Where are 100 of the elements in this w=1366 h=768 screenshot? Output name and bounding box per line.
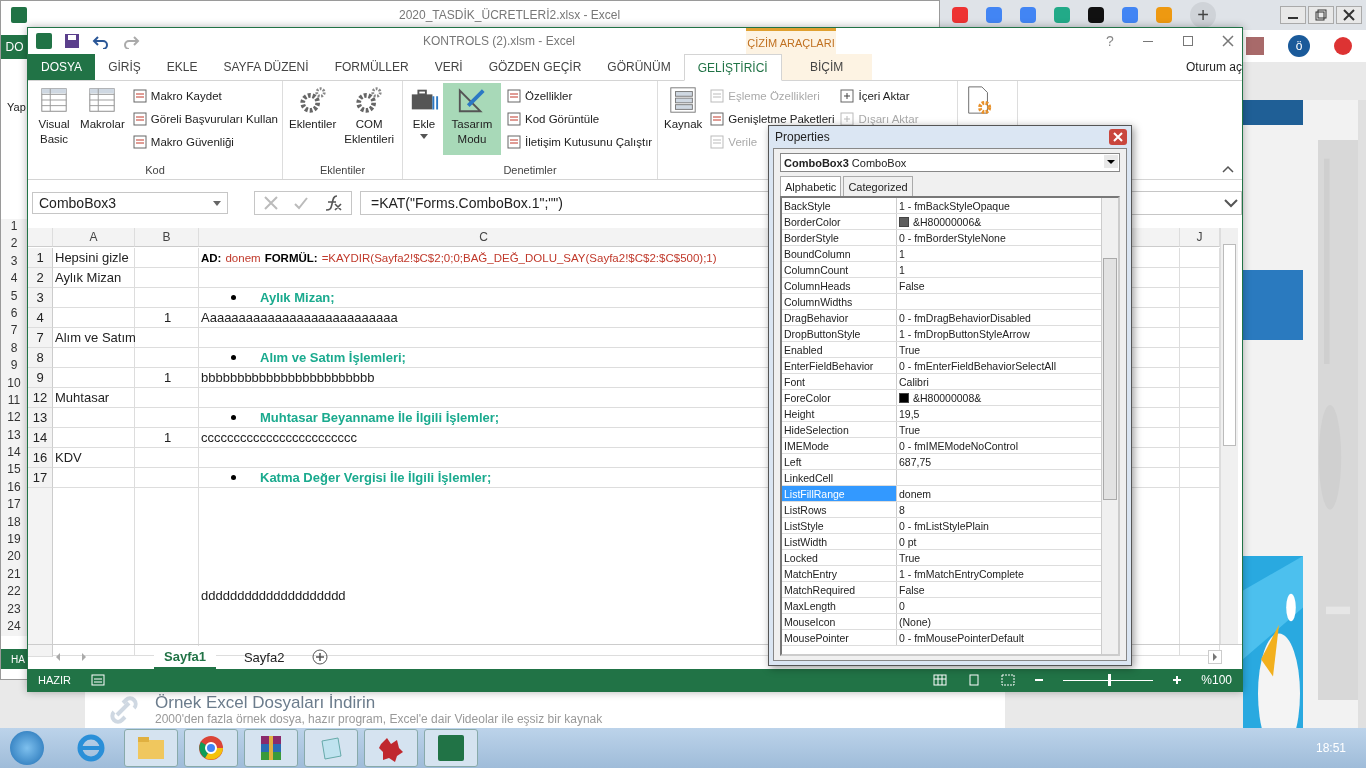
taskbar-button[interactable] — [364, 729, 418, 767]
property-value[interactable]: True — [899, 423, 921, 436]
property-name[interactable]: ListRows — [782, 502, 897, 517]
ribbon-button[interactable]: Genişletme Paketleri — [710, 110, 835, 128]
scrollbar[interactable] — [1358, 100, 1366, 728]
property-name[interactable]: Locked — [782, 550, 897, 565]
function-icon[interactable] — [323, 194, 343, 212]
property-name[interactable]: ColumnHeads — [782, 278, 897, 293]
row-header[interactable]: 15 — [1, 462, 27, 480]
property-value[interactable]: 0 - fmMousePointerDefault — [899, 631, 1024, 644]
row-header[interactable]: 16 — [28, 448, 53, 468]
property-value[interactable]: False — [899, 583, 925, 596]
save-icon[interactable] — [64, 33, 80, 49]
property-value[interactable]: 1 - fmBackStyleOpaque — [899, 199, 1010, 212]
ribbon-button[interactable]: Özellikler — [507, 87, 573, 105]
ribbon-button[interactable]: Tasarım Modu — [443, 83, 501, 155]
property-value[interactable]: donem — [899, 487, 932, 500]
column-header[interactable]: J — [1180, 228, 1220, 247]
close-icon[interactable] — [1222, 35, 1234, 47]
property-value[interactable]: 0 pt — [899, 535, 917, 548]
ribbon-tab[interactable]: GİRİŞ — [95, 54, 154, 80]
row-header[interactable]: 1 — [28, 248, 53, 268]
dialog-tab[interactable]: Alphabetic — [780, 176, 842, 196]
row-header[interactable]: 7 — [1, 323, 27, 341]
property-name[interactable]: BackStyle — [782, 198, 897, 213]
property-name[interactable]: ColumnWidths — [782, 294, 897, 309]
restore-icon[interactable] — [1308, 6, 1334, 24]
redo-icon[interactable] — [122, 33, 140, 49]
ribbon-tab[interactable]: GÖRÜNÜM — [594, 54, 684, 80]
property-name[interactable]: BorderColor — [782, 214, 897, 229]
ribbon-button[interactable]: Makro Kaydet — [132, 87, 222, 105]
ribbon-button[interactable]: Ekle — [407, 83, 441, 155]
upload-icon[interactable] — [1334, 37, 1352, 55]
property-value[interactable]: 0 - fmDragBehaviorDisabled — [899, 311, 1031, 324]
ribbon-tab[interactable]: EKLE — [153, 54, 211, 80]
row-header[interactable]: 9 — [28, 368, 53, 388]
property-value[interactable]: 19,5 — [899, 407, 920, 420]
row-header[interactable]: 7 — [28, 328, 53, 348]
row-header[interactable]: 14 — [1, 445, 27, 463]
row-header[interactable]: 2 — [28, 268, 53, 288]
property-value[interactable]: False — [899, 279, 925, 292]
name-box[interactable]: ComboBox3 — [32, 192, 228, 214]
property-name[interactable]: Left — [782, 454, 897, 469]
row-header[interactable]: 17 — [28, 468, 53, 488]
row-header[interactable]: 3 — [28, 288, 53, 308]
property-value[interactable]: 0 — [899, 599, 905, 612]
property-value[interactable]: 0 - fmIMEModeNoControl — [899, 439, 1019, 452]
ribbon-button[interactable]: Makro Güvenliği — [132, 133, 234, 151]
property-value[interactable]: 1 - fmMatchEntryComplete — [899, 567, 1024, 580]
property-value[interactable]: 0 - fmBorderStyleNone — [899, 231, 1006, 244]
ribbon-tab[interactable]: BİÇİM — [781, 54, 872, 80]
property-name[interactable]: MatchRequired — [782, 582, 897, 597]
property-name[interactable]: DragBehavior — [782, 310, 897, 325]
property-name[interactable]: HideSelection — [782, 422, 897, 437]
ribbon-button[interactable]: İletişim Kutusunu Çalıştır — [507, 133, 653, 151]
collapse-icon[interactable] — [1222, 165, 1234, 173]
row-header[interactable]: 8 — [28, 348, 53, 368]
help-button[interactable]: ? — [1098, 33, 1122, 49]
property-name[interactable]: BoundColumn — [782, 246, 897, 261]
ribbon-tab[interactable]: SAYFA DÜZENİ — [210, 54, 322, 80]
next-sheet-icon[interactable] — [80, 652, 88, 662]
property-name[interactable]: ColumnCount — [782, 262, 897, 277]
add-sheet-icon[interactable] — [312, 649, 329, 665]
ribbon-button[interactable]: Makrolar — [78, 83, 127, 155]
column-header[interactable]: A — [53, 228, 135, 247]
property-name[interactable]: LinkedCell — [782, 470, 897, 485]
expand-icon[interactable] — [1224, 198, 1238, 208]
zoom-slider[interactable] — [1108, 673, 1112, 686]
ribbon-tab[interactable]: GELİŞTİRİCİ — [683, 54, 782, 81]
row-header[interactable]: 1 — [1, 219, 27, 237]
property-name[interactable]: MouseIcon — [782, 614, 897, 629]
ribbon-button[interactable]: İçeri Aktar — [840, 87, 910, 105]
row-header[interactable]: 13 — [28, 408, 53, 428]
ribbon-tab[interactable]: GÖZDEN GEÇİR — [475, 54, 595, 80]
column-header[interactable]: C — [199, 228, 769, 247]
row-header[interactable]: 17 — [1, 497, 27, 515]
maximize-icon[interactable] — [1182, 35, 1194, 47]
property-name[interactable]: ListStyle — [782, 518, 897, 533]
property-name[interactable]: Font — [782, 374, 897, 389]
vertical-scrollbar[interactable] — [1101, 198, 1118, 654]
property-value[interactable]: True — [899, 343, 921, 356]
tab-favicon-icon[interactable] — [1088, 7, 1104, 23]
macro-record-icon[interactable] — [91, 674, 105, 686]
row-header[interactable]: 20 — [1, 549, 27, 567]
property-name[interactable]: BorderStyle — [782, 230, 897, 245]
property-value[interactable]: 1 - fmDropButtonStyleArrow — [899, 327, 1030, 340]
page-layout-icon[interactable] — [967, 674, 982, 686]
column-header[interactable]: B — [135, 228, 199, 247]
normal-view-icon[interactable] — [933, 674, 948, 686]
ribbon-button[interactable]: Eklentiler — [287, 83, 339, 155]
property-value[interactable]: True — [899, 551, 921, 564]
property-name[interactable]: EnterFieldBehavior — [782, 358, 897, 373]
ribbon-tab[interactable]: FORMÜLLER — [321, 54, 422, 80]
sign-in-link[interactable]: Oturum aç — [1186, 60, 1242, 74]
property-name[interactable]: MousePointer — [782, 630, 897, 645]
row-header[interactable]: 14 — [28, 428, 53, 448]
property-name[interactable]: DropButtonStyle — [782, 326, 897, 341]
row-header[interactable]: 12 — [1, 410, 27, 428]
ribbon-tab[interactable]: DOSYA — [28, 54, 96, 80]
dialog-tab[interactable]: Categorized — [843, 176, 913, 196]
